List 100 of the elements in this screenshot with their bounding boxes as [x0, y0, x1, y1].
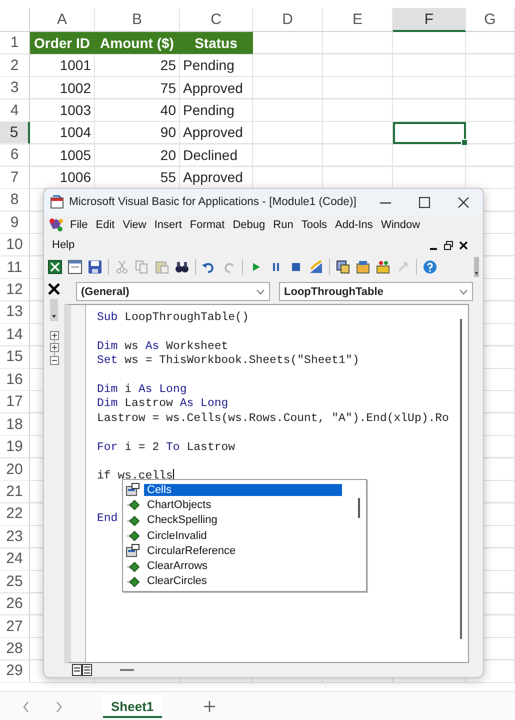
row-header[interactable]: 20: [0, 458, 30, 481]
object-dropdown[interactable]: (General): [76, 282, 270, 301]
row-header[interactable]: 15: [0, 346, 30, 369]
row-header[interactable]: 5: [0, 122, 30, 144]
row-header[interactable]: 6: [0, 144, 30, 167]
undo-icon[interactable]: [202, 260, 216, 274]
row-header[interactable]: 28: [0, 638, 30, 660]
method-icon: [126, 560, 140, 573]
method-icon: [126, 529, 140, 542]
stop-icon[interactable]: [289, 260, 303, 274]
maximize-icon[interactable]: [419, 196, 430, 208]
row-header[interactable]: 14: [0, 324, 30, 346]
design-mode-icon[interactable]: [309, 260, 323, 274]
row-header[interactable]: 18: [0, 413, 30, 436]
restore-icon[interactable]: [444, 240, 453, 250]
table-cell: 90: [95, 122, 180, 144]
chevron-icon[interactable]: [256, 288, 265, 294]
code-line: Sub LoopThroughTable(): [97, 311, 249, 324]
table-cell: Declined: [180, 144, 253, 167]
menu-item[interactable]: View: [118, 217, 150, 233]
row-header[interactable]: 25: [0, 570, 30, 593]
menu-item[interactable]: Add-Ins: [331, 217, 377, 233]
menu-item[interactable]: Run: [269, 217, 298, 233]
table-cell: 1004: [30, 122, 95, 144]
column-header[interactable]: G: [466, 8, 515, 32]
project-explorer-icon[interactable]: [336, 260, 350, 274]
table-cell: 40: [95, 99, 180, 122]
method-icon: [126, 574, 140, 588]
autocomplete-item[interactable]: CheckSpelling: [144, 514, 342, 526]
row-header[interactable]: 29: [0, 660, 30, 683]
row-header[interactable]: 19: [0, 436, 30, 458]
code-line: End: [97, 512, 118, 526]
form-icon[interactable]: [68, 260, 82, 274]
row-header[interactable]: 13: [0, 301, 30, 324]
help-icon[interactable]: [423, 260, 437, 274]
autocomplete-item[interactable]: ChartObjects: [144, 498, 342, 511]
save-icon[interactable]: [88, 260, 102, 274]
code-line: Dim ws As Worksheet: [97, 340, 228, 353]
menu-item[interactable]: Window: [376, 217, 424, 233]
menu-item[interactable]: File: [66, 217, 92, 233]
window-title: Microsoft Visual Basic for Applications - [Module1 (Code)]: [69, 196, 356, 208]
menu-item[interactable]: Debug: [228, 217, 270, 233]
scrollbar[interactable]: [460, 319, 462, 639]
procedure-dropdown[interactable]: LoopThroughTable: [279, 282, 473, 301]
autocomplete-item[interactable]: Cells: [144, 484, 342, 496]
table-cell: 75: [95, 76, 180, 100]
close-icon[interactable]: [48, 283, 60, 295]
table-cell: 1003: [30, 99, 95, 122]
close-icon[interactable]: [459, 240, 468, 250]
column-header[interactable]: F: [393, 8, 466, 32]
next-sheet-icon[interactable]: [55, 700, 63, 713]
row-header[interactable]: 16: [0, 368, 30, 391]
menu-item[interactable]: Edit: [92, 217, 119, 233]
row-header[interactable]: 27: [0, 615, 30, 638]
row-header[interactable]: 11: [0, 256, 30, 279]
pane-grip-icon[interactable]: [50, 299, 58, 321]
close-icon[interactable]: [458, 196, 469, 208]
row-header[interactable]: 21: [0, 480, 30, 504]
sheet-tab[interactable]: Sheet1: [103, 695, 162, 718]
row-header[interactable]: 22: [0, 503, 30, 526]
toolbox-icon[interactable]: [376, 260, 390, 274]
binoculars-icon[interactable]: [175, 260, 189, 274]
toolbar-scroll-icon[interactable]: [474, 257, 479, 277]
row-header[interactable]: 3: [0, 76, 30, 100]
autocomplete-item[interactable]: CircularReference: [144, 544, 342, 557]
row-header[interactable]: 17: [0, 391, 30, 414]
chevron-icon[interactable]: [459, 288, 468, 294]
row-header[interactable]: 9: [0, 212, 30, 234]
splitter-icon[interactable]: [120, 668, 134, 672]
menu-item[interactable]: Tools: [297, 217, 332, 233]
autocomplete-item[interactable]: ClearArrows: [144, 560, 342, 572]
excel-icon[interactable]: [48, 260, 62, 274]
add-sheet-icon[interactable]: [204, 701, 215, 712]
row-header[interactable]: 24: [0, 548, 30, 570]
column-header[interactable]: D: [253, 8, 323, 32]
row-header[interactable]: 10: [0, 234, 30, 256]
active-cell[interactable]: [393, 122, 466, 144]
row-header[interactable]: 12: [0, 278, 30, 302]
autocomplete-item[interactable]: CircleInvalid: [144, 530, 342, 542]
table-cell: Pending: [180, 54, 253, 77]
previous-sheet-icon[interactable]: [22, 700, 30, 713]
properties-icon[interactable]: [356, 260, 370, 274]
row-header[interactable]: 8: [0, 189, 30, 212]
table-cell: Approved: [180, 122, 253, 144]
table-cell: 1002: [30, 76, 95, 100]
row-header[interactable]: 7: [0, 166, 30, 190]
row-header[interactable]: 2: [0, 54, 30, 77]
menu-item[interactable]: Help: [48, 237, 79, 253]
scroll-thumb[interactable]: [358, 498, 360, 518]
table-cell: Approved: [180, 76, 253, 100]
code-line: Dim i As Long: [97, 382, 187, 396]
row-header[interactable]: 26: [0, 592, 30, 616]
row-header[interactable]: 23: [0, 526, 30, 548]
header-cell: Amount ($): [95, 32, 180, 54]
menu-item[interactable]: Format: [186, 217, 229, 233]
menu-item[interactable]: Insert: [150, 217, 186, 233]
autocomplete-item[interactable]: ClearCircles: [144, 575, 342, 588]
vba-app-icon: [50, 195, 64, 209]
view-toggle-icon[interactable]: [72, 664, 92, 676]
outline-drawing: [50, 331, 58, 365]
